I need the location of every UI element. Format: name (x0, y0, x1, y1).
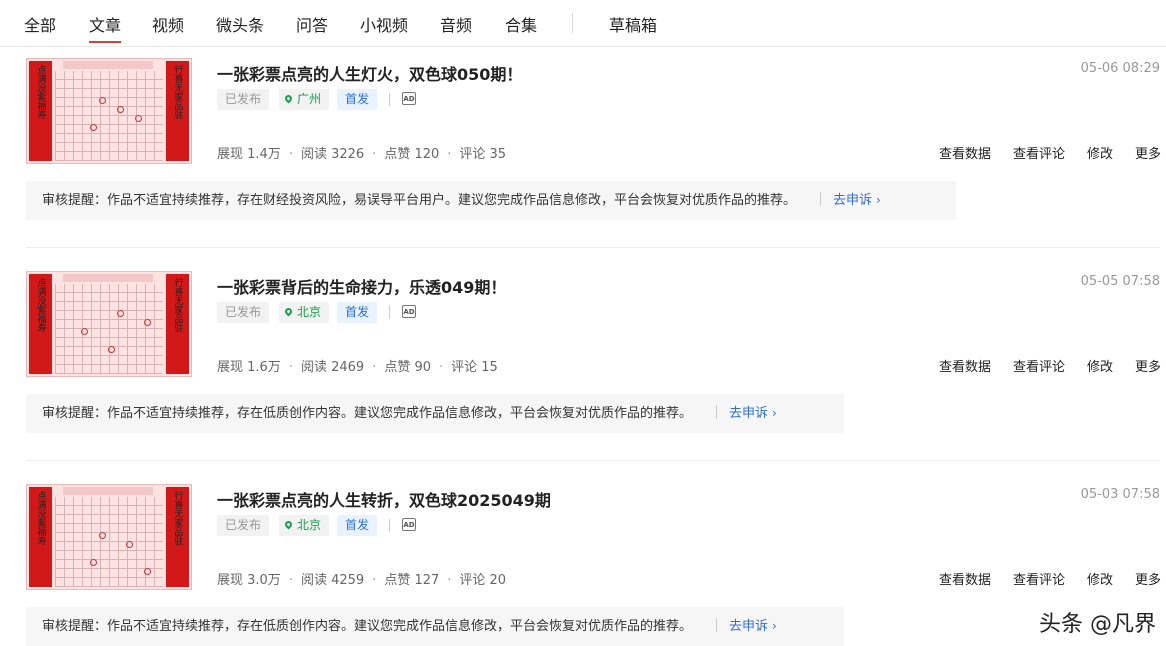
publish-date: 05-06 08:29 (1080, 61, 1160, 76)
article-title[interactable]: 一张彩票点亮的人生转折，双色球2025049期 (217, 487, 551, 511)
review-notice-text: 审核提醒：作品不适宜持续推荐，存在财经投资风险，易误导平台用户。建议您完成作品信… (42, 193, 797, 208)
review-notice: 审核提醒：作品不适宜持续推荐，存在低质创作内容。建议您完成作品信息修改，平台会恢… (26, 607, 844, 646)
appeal-link[interactable]: 去申诉 (729, 406, 768, 421)
thumbnail-left-banner: 点满没紫福寿 (29, 487, 52, 587)
tab-qa[interactable]: 问答 (296, 12, 328, 36)
publish-date: 05-05 07:58 (1080, 274, 1160, 289)
thumbnail-left-banner: 点满没紫福寿 (29, 61, 52, 161)
tab-all[interactable]: 全部 (24, 12, 56, 36)
tab-short-videos[interactable]: 小视频 (360, 12, 408, 36)
chevron-right-icon: › (876, 193, 881, 207)
tab-divider (572, 13, 573, 33)
impressions-stat: 展现 1.6万 (217, 360, 281, 375)
review-notice-text: 审核提醒：作品不适宜持续推荐，存在低质创作内容。建议您完成作品信息修改，平台会恢… (42, 619, 693, 634)
tab-micro-posts[interactable]: 微头条 (216, 12, 264, 36)
article-divider (26, 247, 1160, 248)
tag-divider (389, 306, 390, 319)
thumbnail-header (63, 61, 153, 69)
ad-icon[interactable]: AD (402, 518, 416, 531)
likes-stat: 点赞 120 (384, 147, 440, 162)
status-badge: 已发布 (217, 89, 270, 110)
ad-icon[interactable]: AD (402, 305, 416, 318)
view-comments-button[interactable]: 查看评论 (1013, 573, 1065, 588)
content-tabs: 全部 文章 视频 微头条 问答 小视频 音频 合集 草稿箱 (0, 0, 1166, 47)
more-button[interactable]: 更多 (1135, 573, 1161, 588)
tab-collections[interactable]: 合集 (505, 12, 537, 36)
edit-button[interactable]: 修改 (1087, 573, 1113, 588)
impressions-stat: 展现 3.0万 (217, 573, 281, 588)
edit-button[interactable]: 修改 (1087, 360, 1113, 375)
appeal-link[interactable]: 去申诉 (729, 619, 768, 634)
likes-stat: 点赞 90 (384, 360, 431, 375)
view-data-button[interactable]: 查看数据 (939, 147, 991, 162)
review-notice: 审核提醒：作品不适宜持续推荐，存在低质创作内容。建议您完成作品信息修改，平台会恢… (26, 394, 844, 433)
article-actions: 查看数据 查看评论 修改 更多 (917, 143, 1161, 162)
view-data-button[interactable]: 查看数据 (939, 360, 991, 375)
location-pin-icon (283, 306, 294, 317)
tag-divider (389, 519, 390, 532)
comments-stat: 评论 15 (451, 360, 498, 375)
appeal-link[interactable]: 去申诉 (833, 193, 872, 208)
thumbnail-right-banner: 行喜无家品驻 (166, 274, 189, 374)
location-badge: 广州 (279, 89, 330, 110)
thumbnail-header (63, 487, 153, 495)
article-stats: 展现 3.0万 · 阅读 4259 · 点赞 127 · 评论 20 (217, 573, 507, 588)
thumbnail-right-banner: 行喜无家品驻 (166, 61, 189, 161)
reads-stat: 阅读 2469 (300, 360, 365, 375)
chevron-right-icon: › (772, 406, 777, 420)
location-label: 北京 (297, 305, 322, 319)
tab-articles[interactable]: 文章 (89, 12, 121, 36)
review-notice-text: 审核提醒：作品不适宜持续推荐，存在低质创作内容。建议您完成作品信息修改，平台会恢… (42, 406, 693, 421)
article-thumbnail[interactable]: 点满没紫福寿 行喜无家品驻 (26, 58, 192, 164)
thumbnail-right-banner: 行喜无家品驻 (166, 487, 189, 587)
thumbnail-number-grid (55, 71, 163, 161)
article-thumbnail[interactable]: 点满没紫福寿 行喜无家品驻 (26, 484, 192, 590)
article-title[interactable]: 一张彩票点亮的人生灯火，双色球050期！ (217, 61, 522, 85)
active-tab-indicator (89, 41, 121, 43)
chevron-right-icon: › (772, 619, 777, 633)
status-badge: 已发布 (217, 515, 270, 536)
first-publish-badge: 首发 (337, 515, 378, 536)
location-label: 北京 (297, 518, 322, 532)
drafts-link[interactable]: 草稿箱 (609, 12, 657, 36)
first-publish-badge: 首发 (337, 302, 378, 323)
first-publish-badge: 首发 (337, 89, 378, 110)
article-divider (26, 460, 1160, 461)
article-title[interactable]: 一张彩票背后的生命接力，乐透049期！ (217, 274, 506, 298)
thumbnail-number-grid (55, 284, 163, 374)
article-stats: 展现 1.4万 · 阅读 3226 · 点赞 120 · 评论 35 (217, 147, 507, 162)
impressions-stat: 展现 1.4万 (217, 147, 281, 162)
article-thumbnail[interactable]: 点满没紫福寿 行喜无家品驻 (26, 271, 192, 377)
reads-stat: 阅读 3226 (300, 147, 365, 162)
view-comments-button[interactable]: 查看评论 (1013, 360, 1065, 375)
tab-audio[interactable]: 音频 (440, 12, 472, 36)
location-badge: 北京 (279, 515, 330, 536)
tag-divider (389, 93, 390, 106)
watermark: 头条 @凡界 (1039, 612, 1156, 637)
status-badge: 已发布 (217, 302, 270, 323)
thumbnail-left-banner: 点满没紫福寿 (29, 274, 52, 374)
view-data-button[interactable]: 查看数据 (939, 573, 991, 588)
location-pin-icon (283, 519, 294, 530)
tab-videos[interactable]: 视频 (152, 12, 184, 36)
comments-stat: 评论 35 (459, 147, 507, 162)
ad-icon[interactable]: AD (402, 92, 416, 105)
view-comments-button[interactable]: 查看评论 (1013, 147, 1065, 162)
more-button[interactable]: 更多 (1135, 147, 1161, 162)
article-actions: 查看数据 查看评论 修改 更多 (917, 356, 1161, 375)
location-pin-icon (283, 93, 294, 104)
location-badge: 北京 (279, 302, 330, 323)
comments-stat: 评论 20 (459, 573, 507, 588)
edit-button[interactable]: 修改 (1087, 147, 1113, 162)
thumbnail-header (63, 274, 153, 282)
publish-date: 05-03 07:58 (1080, 487, 1160, 502)
location-label: 广州 (297, 92, 322, 106)
likes-stat: 点赞 127 (384, 573, 440, 588)
more-button[interactable]: 更多 (1135, 360, 1161, 375)
article-stats: 展现 1.6万 · 阅读 2469 · 点赞 90 · 评论 15 (217, 360, 498, 375)
reads-stat: 阅读 4259 (300, 573, 365, 588)
article-actions: 查看数据 查看评论 修改 更多 (917, 569, 1161, 588)
review-notice: 审核提醒：作品不适宜持续推荐，存在财经投资风险，易误导平台用户。建议您完成作品信… (26, 181, 956, 220)
